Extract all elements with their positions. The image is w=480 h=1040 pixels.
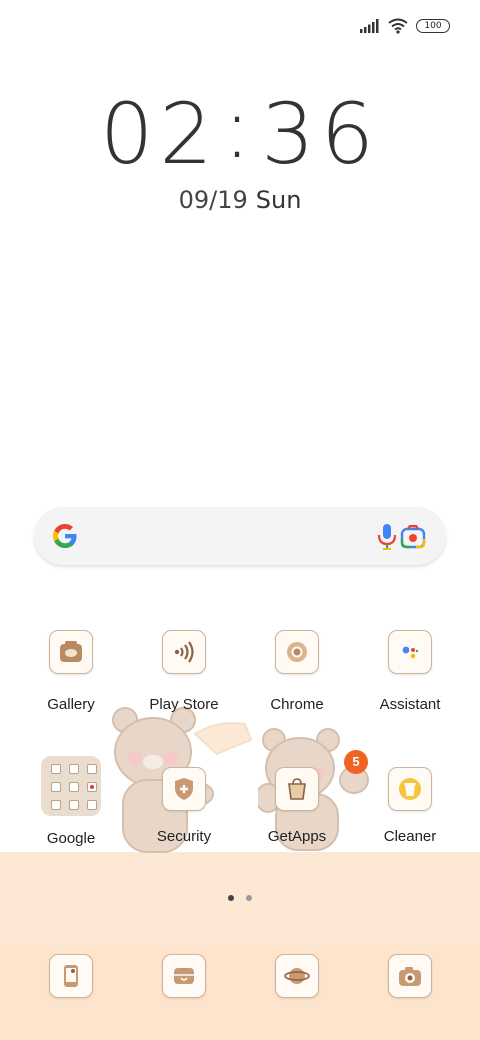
clock-hour: 02	[99, 85, 219, 183]
folder-mini-icon	[87, 782, 97, 792]
google-logo	[53, 524, 77, 548]
assistant-icon	[388, 630, 432, 674]
getapps-icon: 5	[275, 750, 368, 811]
cleaner-icon	[388, 767, 432, 811]
signal-icon	[360, 19, 379, 33]
app-label: Gallery	[47, 696, 95, 713]
security-icon	[162, 767, 206, 811]
folder-mini-icon	[69, 782, 79, 792]
app-google-folder[interactable]: Google	[16, 756, 126, 847]
lockscreen-clock[interactable]: 02:36	[0, 86, 480, 176]
clock-minute: 36	[261, 85, 381, 183]
wifi-icon	[388, 18, 408, 34]
browser-icon	[284, 968, 310, 984]
app-label: Cleaner	[383, 828, 437, 845]
app-label: Assistant	[379, 696, 441, 713]
weekday-text: Sun	[255, 186, 302, 214]
dock-phone[interactable]	[49, 954, 93, 998]
gallery-icon	[49, 630, 93, 674]
google-folder	[41, 756, 101, 816]
app-getapps[interactable]: 5 GetApps	[242, 750, 368, 845]
page-dot-active[interactable]	[228, 895, 234, 901]
phone-icon	[64, 965, 78, 987]
folder-mini-icon	[51, 800, 61, 810]
folder-mini-icon	[51, 764, 61, 774]
app-label: Play Store	[149, 696, 219, 713]
app-assistant[interactable]: Assistant	[355, 630, 465, 713]
app-label: GetApps	[267, 828, 327, 845]
app-security[interactable]: Security	[129, 767, 239, 845]
clock-colon: :	[222, 79, 258, 177]
messages-icon	[174, 968, 194, 984]
dock-messages[interactable]	[162, 954, 206, 998]
folder-mini-icon	[87, 764, 97, 774]
folder-mini-icon	[69, 764, 79, 774]
app-label: Google	[46, 830, 96, 847]
camera-icon	[399, 967, 421, 986]
app-gallery[interactable]: Gallery	[16, 630, 126, 713]
app-cleaner[interactable]: Cleaner	[355, 767, 465, 845]
folder-mini-icon	[51, 782, 61, 792]
dock-browser[interactable]	[275, 954, 319, 998]
microphone-icon[interactable]	[376, 523, 398, 551]
chrome-icon	[275, 630, 319, 674]
status-bar: 100	[360, 18, 450, 34]
battery-icon: 100	[416, 19, 450, 33]
play-store-icon	[162, 630, 206, 674]
app-label: Chrome	[270, 696, 324, 713]
app-label: Security	[156, 828, 212, 845]
date-text: 09/19	[178, 186, 248, 214]
app-play-store[interactable]: Play Store	[129, 630, 239, 713]
dock-camera[interactable]	[388, 954, 432, 998]
clock-date[interactable]: 09/19 Sun	[0, 186, 480, 214]
page-dot[interactable]	[246, 895, 252, 901]
app-chrome[interactable]: Chrome	[242, 630, 352, 713]
google-search-bar[interactable]	[34, 507, 446, 565]
page-indicator	[0, 895, 480, 901]
google-lens-icon[interactable]	[400, 525, 426, 549]
folder-mini-icon	[87, 800, 97, 810]
folder-mini-icon	[69, 800, 79, 810]
